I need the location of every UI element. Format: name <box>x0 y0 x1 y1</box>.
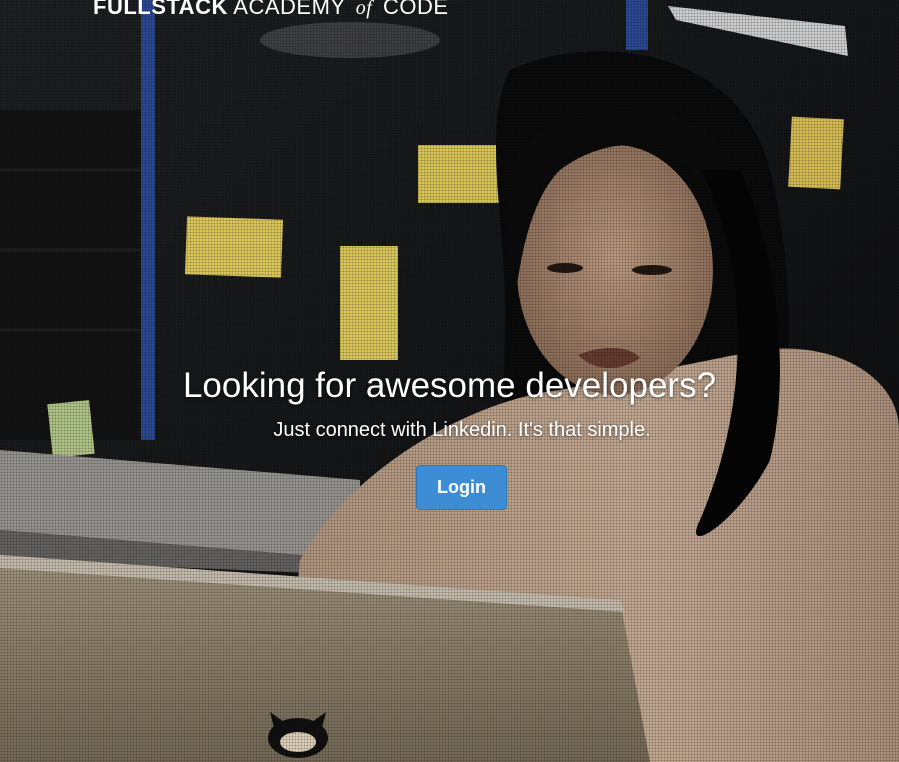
hero-headline: Looking for awesome developers? <box>182 366 717 405</box>
brand-name-end: CODE <box>382 0 449 19</box>
hero-section: FULLSTACK ACADEMY of CODE Looking for aw… <box>0 0 899 762</box>
login-button[interactable]: Login <box>416 465 507 510</box>
brand-name-of: of <box>355 0 373 19</box>
octocat-sticker <box>268 712 328 758</box>
brand-logo[interactable]: FULLSTACK ACADEMY of CODE <box>93 0 449 21</box>
brand-name-light: ACADEMY <box>233 0 346 19</box>
brand-name-strong: FULLSTACK <box>93 0 228 19</box>
hero-subline: Just connect with Linkedin. It's that si… <box>273 419 651 441</box>
